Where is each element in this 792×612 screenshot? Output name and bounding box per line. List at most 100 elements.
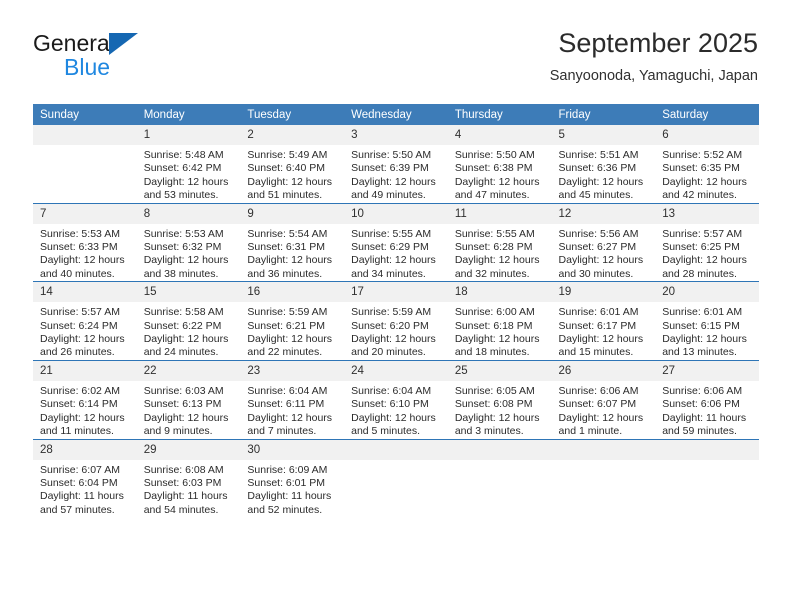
- calendar-day-cell[interactable]: 19 Sunrise: 6:01 AM Sunset: 6:17 PM Dayligh…: [551, 281, 656, 361]
- calendar-day-cell-empty: [447, 438, 552, 518]
- daylight-duration-line2: and 49 minutes.: [351, 189, 426, 202]
- daylight-duration-line1: Daylight: 11 hours: [662, 411, 747, 424]
- calendar-day-cell[interactable]: 20 Sunrise: 6:01 AM Sunset: 6:15 PM Dayligh…: [655, 281, 759, 361]
- calendar-day-cell[interactable]: 29 Sunrise: 6:08 AM Sunset: 6:03 PM Dayligh…: [136, 438, 241, 518]
- sunrise-time: Sunrise: 5:53 AM: [143, 227, 224, 240]
- sunset-time: Sunset: 6:20 PM: [351, 319, 429, 332]
- calendar-day-cell[interactable]: 3 Sunrise: 5:50 AM Sunset: 6:39 PM Daylight…: [344, 125, 448, 203]
- sunrise-time: Sunrise: 5:59 AM: [247, 306, 328, 319]
- day-details: Sunrise: 5:57 AM Sunset: 6:24 PM Daylight:…: [33, 302, 137, 360]
- daylight-duration-line1: Daylight: 12 hours: [351, 333, 436, 346]
- daylight-duration-line2: and 13 minutes.: [662, 346, 737, 359]
- daylight-duration-line2: and 9 minutes.: [143, 425, 213, 438]
- weekday-header-friday: Friday: [551, 104, 656, 125]
- calendar-day-cell[interactable]: 6 Sunrise: 5:52 AM Sunset: 6:35 PM Daylight…: [655, 125, 759, 203]
- day-details: Sunrise: 6:07 AM Sunset: 6:04 PM Daylight:…: [33, 460, 137, 518]
- weekday-header-sunday: Sunday: [33, 104, 137, 125]
- sunset-time: Sunset: 6:21 PM: [247, 319, 326, 332]
- daylight-duration-line2: and 47 minutes.: [454, 189, 530, 202]
- day-details: Sunrise: 5:59 AM Sunset: 6:21 PM Daylight:…: [240, 302, 344, 360]
- daylight-duration-line1: Daylight: 12 hours: [454, 175, 540, 188]
- day-number: 15: [136, 282, 241, 303]
- sunset-time: Sunset: 6:11 PM: [247, 398, 325, 411]
- day-details: Sunrise: 5:57 AM Sunset: 6:25 PM Daylight:…: [655, 224, 759, 282]
- daylight-duration-line2: and 20 minutes.: [351, 346, 426, 359]
- sunrise-time: Sunrise: 6:06 AM: [662, 384, 743, 397]
- day-details: Sunrise: 5:56 AM Sunset: 6:27 PM Daylight:…: [552, 224, 656, 282]
- calendar-day-cell[interactable]: 16 Sunrise: 5:59 AM Sunset: 6:21 PM Dayligh…: [240, 281, 345, 361]
- day-details: Sunrise: 5:52 AM Sunset: 6:35 PM Daylight:…: [655, 145, 759, 203]
- daylight-duration-line1: Daylight: 12 hours: [247, 333, 333, 346]
- daylight-duration-line1: Daylight: 12 hours: [351, 411, 436, 424]
- sunrise-time: Sunrise: 5:50 AM: [351, 149, 432, 161]
- daylight-duration-line1: Daylight: 12 hours: [454, 411, 540, 424]
- calendar-day-cell[interactable]: 22 Sunrise: 6:03 AM Sunset: 6:13 PM Dayligh…: [136, 359, 241, 439]
- daylight-duration-line1: Daylight: 11 hours: [247, 490, 332, 503]
- sunrise-time: Sunrise: 5:58 AM: [143, 306, 224, 319]
- calendar-day-cell[interactable]: 23 Sunrise: 6:04 AM Sunset: 6:11 PM Dayligh…: [240, 359, 345, 439]
- calendar-day-cell[interactable]: 9 Sunrise: 5:54 AM Sunset: 6:31 PM Daylight…: [240, 202, 345, 282]
- day-details: Sunrise: 6:04 AM Sunset: 6:10 PM Daylight:…: [344, 381, 448, 439]
- day-details: Sunrise: 6:01 AM Sunset: 6:17 PM Daylight:…: [552, 302, 656, 360]
- daylight-duration-line2: and 59 minutes.: [662, 425, 737, 438]
- day-details: Sunrise: 5:55 AM Sunset: 6:29 PM Daylight:…: [344, 224, 448, 282]
- title-block: September 2025 Sanyoonoda, Yamaguchi, Ja…: [550, 27, 758, 85]
- daylight-duration-line1: Daylight: 12 hours: [558, 411, 644, 424]
- day-number: 5: [551, 125, 656, 145]
- day-number: 16: [240, 282, 345, 303]
- calendar-day-cell[interactable]: 26 Sunrise: 6:06 AM Sunset: 6:07 PM Dayligh…: [551, 359, 656, 439]
- daylight-duration-line1: Daylight: 12 hours: [247, 411, 333, 424]
- generalblue-logo[interactable]: General Blue: [33, 30, 223, 82]
- day-number: 12: [551, 203, 656, 224]
- sunset-time: Sunset: 6:33 PM: [40, 241, 118, 254]
- sunrise-time: Sunrise: 6:08 AM: [143, 463, 224, 476]
- calendar-day-cell[interactable]: 17 Sunrise: 5:59 AM Sunset: 6:20 PM Dayligh…: [344, 281, 448, 361]
- sunrise-time: Sunrise: 5:57 AM: [662, 227, 743, 240]
- daylight-duration-line1: Daylight: 12 hours: [558, 175, 644, 188]
- calendar-day-cell[interactable]: 18 Sunrise: 6:00 AM Sunset: 6:18 PM Dayligh…: [447, 281, 552, 361]
- calendar-day-cell[interactable]: 27 Sunrise: 6:06 AM Sunset: 6:06 PM Dayligh…: [655, 359, 759, 439]
- calendar-day-cell[interactable]: 15 Sunrise: 5:58 AM Sunset: 6:22 PM Dayligh…: [136, 281, 241, 361]
- sunset-time: Sunset: 6:25 PM: [662, 241, 740, 254]
- sunset-time: Sunset: 6:03 PM: [143, 476, 222, 489]
- weekday-header-tuesday: Tuesday: [240, 104, 345, 125]
- calendar-day-cell[interactable]: 13 Sunrise: 5:57 AM Sunset: 6:25 PM Dayligh…: [655, 202, 759, 282]
- calendar-day-cell[interactable]: 7 Sunrise: 5:53 AM Sunset: 6:33 PM Daylight…: [33, 202, 137, 282]
- calendar-day-cell[interactable]: 5 Sunrise: 5:51 AM Sunset: 6:36 PM Daylight…: [551, 125, 656, 203]
- calendar-day-cell[interactable]: 10 Sunrise: 5:55 AM Sunset: 6:29 PM Dayligh…: [344, 202, 448, 282]
- daylight-duration-line2: and 54 minutes.: [143, 503, 219, 516]
- sunset-time: Sunset: 6:28 PM: [454, 241, 533, 254]
- day-number: 22: [136, 360, 241, 381]
- calendar-day-cell-empty: [33, 125, 137, 203]
- day-details: Sunrise: 5:54 AM Sunset: 6:31 PM Daylight:…: [240, 224, 344, 282]
- calendar-week-row: 21 Sunrise: 6:02 AM Sunset: 6:14 PM Dayligh…: [33, 359, 759, 439]
- calendar-day-cell[interactable]: 14 Sunrise: 5:57 AM Sunset: 6:24 PM Dayligh…: [33, 281, 137, 361]
- day-number: 17: [344, 282, 448, 303]
- day-details: Sunrise: 6:01 AM Sunset: 6:15 PM Daylight:…: [655, 302, 759, 360]
- sunset-time: Sunset: 6:08 PM: [454, 398, 533, 411]
- day-number: 19: [551, 282, 656, 303]
- sunrise-time: Sunrise: 5:55 AM: [351, 227, 432, 240]
- sunset-time: Sunset: 6:10 PM: [351, 398, 429, 411]
- day-details: Sunrise: 5:50 AM Sunset: 6:39 PM Daylight:…: [344, 145, 448, 203]
- calendar-day-cell[interactable]: 21 Sunrise: 6:02 AM Sunset: 6:14 PM Dayligh…: [33, 359, 137, 439]
- daylight-duration-line1: Daylight: 12 hours: [40, 333, 125, 346]
- calendar-day-cell[interactable]: 25 Sunrise: 6:05 AM Sunset: 6:08 PM Dayligh…: [447, 359, 552, 439]
- sunset-time: Sunset: 6:36 PM: [558, 162, 637, 175]
- day-details: Sunrise: 5:49 AM Sunset: 6:40 PM Daylight:…: [240, 145, 344, 203]
- calendar-day-cell[interactable]: 24 Sunrise: 6:04 AM Sunset: 6:10 PM Dayligh…: [344, 359, 448, 439]
- calendar-day-cell[interactable]: 2 Sunrise: 5:49 AM Sunset: 6:40 PM Daylight…: [240, 125, 345, 203]
- daylight-duration-line1: Daylight: 12 hours: [454, 254, 540, 267]
- calendar-day-cell[interactable]: 30 Sunrise: 6:09 AM Sunset: 6:01 PM Dayligh…: [240, 438, 345, 518]
- calendar-day-cell[interactable]: 12 Sunrise: 5:56 AM Sunset: 6:27 PM Dayligh…: [551, 202, 656, 282]
- calendar-day-cell[interactable]: 8 Sunrise: 5:53 AM Sunset: 6:32 PM Daylight…: [136, 202, 241, 282]
- calendar-day-cell[interactable]: 1 Sunrise: 5:48 AM Sunset: 6:42 PM Daylight…: [136, 125, 241, 203]
- calendar-day-cell[interactable]: 28 Sunrise: 6:07 AM Sunset: 6:04 PM Dayligh…: [33, 438, 137, 518]
- daylight-duration-line1: Daylight: 11 hours: [40, 490, 124, 503]
- calendar-day-cell[interactable]: 11 Sunrise: 5:55 AM Sunset: 6:28 PM Dayligh…: [447, 202, 552, 282]
- day-details: Sunrise: 6:04 AM Sunset: 6:11 PM Daylight:…: [240, 381, 344, 439]
- day-number: 21: [33, 360, 137, 381]
- calendar-day-cell[interactable]: 4 Sunrise: 5:50 AM Sunset: 6:38 PM Daylight…: [447, 125, 552, 203]
- sunrise-time: Sunrise: 5:52 AM: [662, 149, 743, 161]
- day-details: Sunrise: 6:00 AM Sunset: 6:18 PM Daylight:…: [448, 302, 552, 360]
